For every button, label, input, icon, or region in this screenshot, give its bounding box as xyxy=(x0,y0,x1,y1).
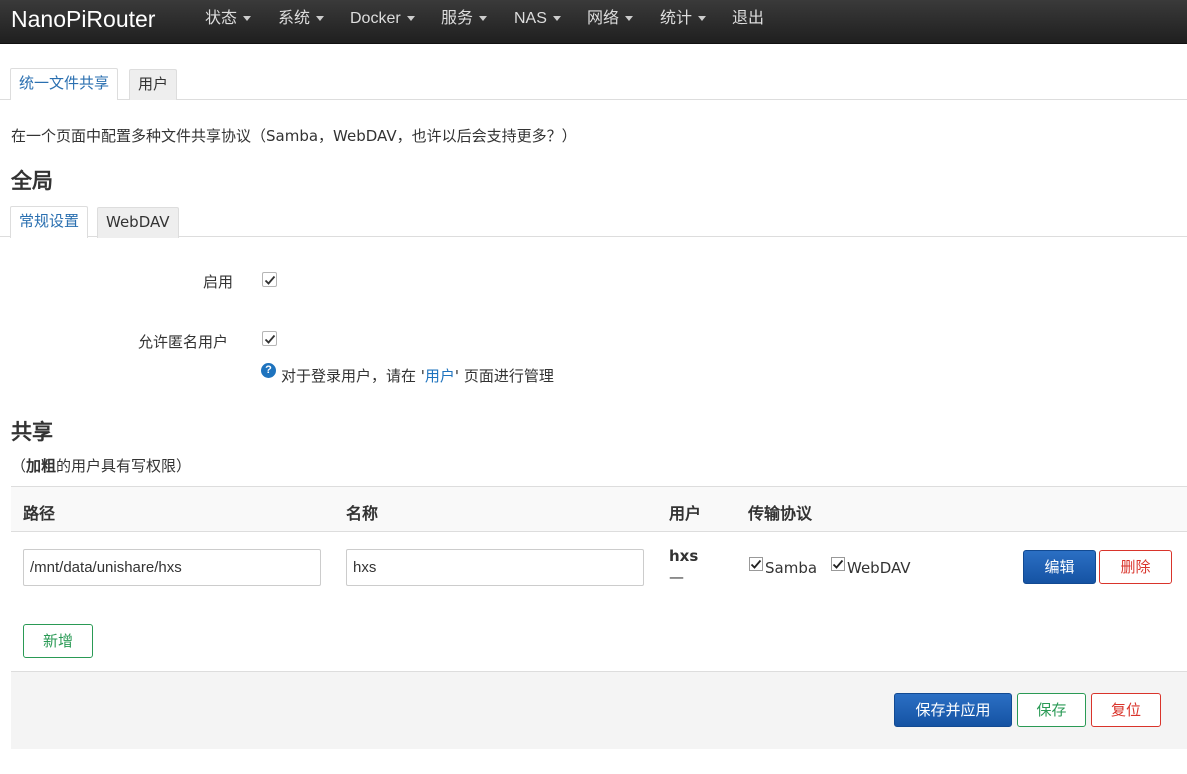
shares-note-bold: 加粗 xyxy=(26,457,57,475)
samba-label: Samba xyxy=(765,559,818,577)
share-name-input[interactable]: hxs xyxy=(346,549,644,586)
checkmark-icon xyxy=(750,559,762,569)
tab-users[interactable]: 用户 xyxy=(129,69,178,100)
shares-section-title: 共享 xyxy=(11,420,53,444)
shares-table-header: 路径 名称 用户 传输协议 xyxy=(11,486,1187,532)
column-users: 用户 xyxy=(669,504,702,523)
nav-nas-label: NAS xyxy=(514,10,547,27)
global-section-title: 全局 xyxy=(11,169,53,193)
nav-docker[interactable]: Docker xyxy=(350,9,415,29)
nav-statistics[interactable]: 统计 xyxy=(660,9,707,29)
nav-network[interactable]: 网络 xyxy=(587,9,634,29)
users-page-link[interactable]: 用户 xyxy=(425,367,455,385)
anonymous-user-label: 允许匿名用户 xyxy=(138,333,229,351)
nav-services-label: 服务 xyxy=(441,10,474,27)
shares-note-open: （ xyxy=(11,457,27,475)
shares-note: （加粗的用户具有写权限） xyxy=(11,455,191,476)
samba-checkbox[interactable] xyxy=(749,557,763,571)
tab-unified-share[interactable]: 统一文件共享 xyxy=(10,68,119,100)
nav-status[interactable]: 状态 xyxy=(205,9,252,29)
add-share-button[interactable]: 新增 xyxy=(23,624,93,658)
nav-network-label: 网络 xyxy=(587,10,620,27)
save-button[interactable]: 保存 xyxy=(1017,693,1086,727)
nav-system-label: 系统 xyxy=(278,10,311,27)
anonymous-user-checkbox[interactable] xyxy=(262,331,277,346)
help-icon: ? xyxy=(261,363,276,378)
checkmark-icon xyxy=(264,275,276,285)
brand-logo[interactable]: NanoPiRouter xyxy=(11,4,155,34)
chevron-down-icon xyxy=(406,16,415,22)
reset-button[interactable]: 复位 xyxy=(1091,693,1161,727)
webdav-checkbox[interactable] xyxy=(831,557,845,571)
chevron-down-icon xyxy=(625,16,634,22)
share-user-bold: hxs xyxy=(669,547,699,565)
top-navbar: NanoPiRouter 状态 系统 Docker 服务 NAS 网络 统计 退… xyxy=(0,0,1187,44)
nav-nas[interactable]: NAS xyxy=(514,9,561,29)
share-path-input[interactable]: /mnt/data/unishare/hxs xyxy=(23,549,321,586)
enable-label: 启用 xyxy=(203,273,234,291)
chevron-down-icon xyxy=(316,16,325,22)
column-name: 名称 xyxy=(346,504,379,523)
column-protocols: 传输协议 xyxy=(748,504,813,523)
tab-general-settings[interactable]: 常规设置 xyxy=(10,206,89,238)
nav-status-label: 状态 xyxy=(205,10,238,27)
nav-docker-label: Docker xyxy=(350,10,401,27)
nav-statistics-label: 统计 xyxy=(660,10,693,27)
nav-logout-label: 退出 xyxy=(732,10,765,27)
nav-logout[interactable]: 退出 xyxy=(732,9,764,29)
share-user-other: — xyxy=(669,568,684,586)
nav-system[interactable]: 系统 xyxy=(278,9,325,29)
webdav-label: WebDAV xyxy=(847,559,911,577)
checkmark-icon xyxy=(832,559,844,569)
chevron-down-icon xyxy=(479,16,488,22)
enable-checkbox[interactable] xyxy=(262,272,277,287)
edit-button[interactable]: 编辑 xyxy=(1023,550,1096,584)
chevron-down-icon xyxy=(698,16,707,22)
page-tabs: 统一文件共享 用户 xyxy=(0,68,1187,100)
tab-webdav[interactable]: WebDAV xyxy=(97,207,179,238)
help-text-suffix: ' 页面进行管理 xyxy=(454,367,554,385)
chevron-down-icon xyxy=(552,16,561,22)
column-path: 路径 xyxy=(23,504,56,523)
page-description: 在一个页面中配置多种文件共享协议（Samba，WebDAV，也许以后会支持更多？… xyxy=(11,127,577,145)
shares-note-rest: 的用户具有写权限） xyxy=(56,457,192,475)
global-tabs: 常规设置 WebDAV xyxy=(0,206,1187,238)
delete-button[interactable]: 删除 xyxy=(1099,550,1172,584)
help-text: 对于登录用户，请在 '用户' 页面进行管理 xyxy=(281,365,554,386)
checkmark-icon xyxy=(264,334,276,344)
save-apply-button[interactable]: 保存并应用 xyxy=(894,693,1012,727)
chevron-down-icon xyxy=(243,16,252,22)
nav-services[interactable]: 服务 xyxy=(441,9,488,29)
help-text-prefix: 对于登录用户，请在 ' xyxy=(281,367,425,385)
